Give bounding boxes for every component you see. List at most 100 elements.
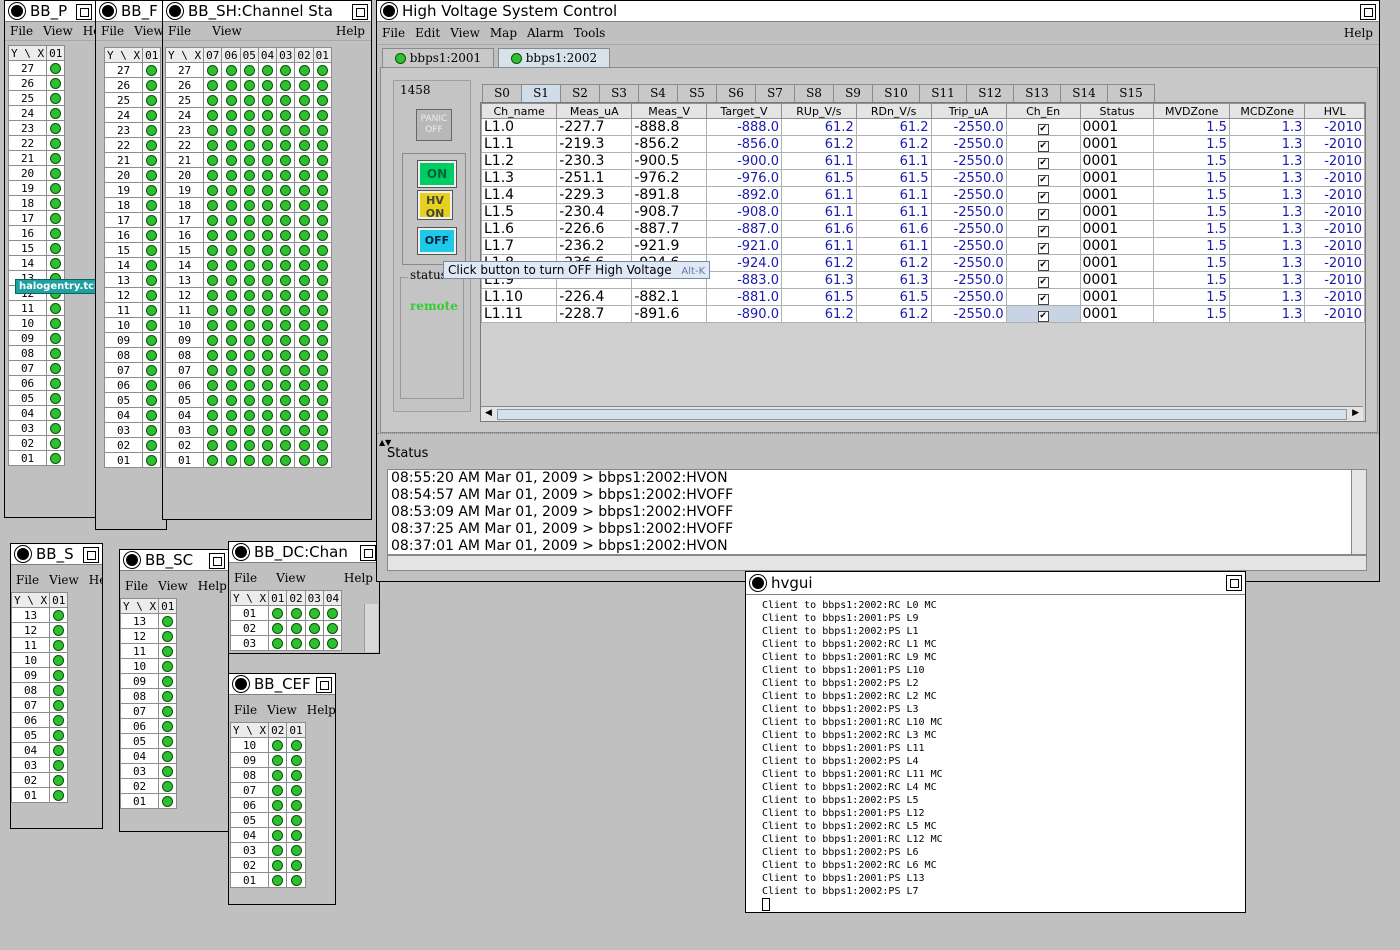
channel-cell[interactable] <box>276 377 296 393</box>
channel-cell[interactable] <box>312 152 332 168</box>
channel-cell[interactable] <box>203 227 223 243</box>
channel-cell[interactable] <box>203 437 223 453</box>
channel-row[interactable]: L1.6 -226.6 -887.7 -887.0 61.6 61.6 -2550.0 ✔ 00… <box>481 220 1365 238</box>
channel-cell[interactable] <box>46 195 66 211</box>
channel-cell[interactable] <box>239 407 259 423</box>
channel-cell[interactable] <box>203 347 223 363</box>
menu-file[interactable]: File <box>234 571 257 585</box>
channel-cell[interactable] <box>276 227 296 243</box>
channel-cell[interactable] <box>158 748 178 764</box>
channel-cell[interactable] <box>142 332 162 348</box>
channel-cell[interactable] <box>276 317 296 333</box>
column-header[interactable]: Meas_uA <box>556 103 633 119</box>
channel-cell[interactable] <box>158 703 178 719</box>
channel-cell[interactable] <box>46 360 66 376</box>
channel-cell[interactable] <box>276 347 296 363</box>
channel-cell[interactable] <box>46 375 66 391</box>
channel-cell[interactable] <box>276 92 296 108</box>
channel-cell[interactable] <box>268 797 288 813</box>
window-menu-icon[interactable] <box>166 2 184 20</box>
channel-cell[interactable] <box>203 302 223 318</box>
slot-tab-s12[interactable]: S12 <box>966 84 1014 102</box>
channel-cell[interactable] <box>322 605 343 621</box>
channel-cell[interactable] <box>46 330 66 346</box>
menu-view[interactable]: View <box>267 703 297 717</box>
channel-cell[interactable] <box>294 332 314 348</box>
channel-cell[interactable] <box>221 197 241 213</box>
channel-cell[interactable] <box>257 197 278 213</box>
bb-sh-titlebar[interactable]: BB_SH:Channel Sta <box>163 1 371 22</box>
channel-cell[interactable] <box>221 317 241 333</box>
menu-file[interactable]: File <box>101 24 124 38</box>
menu-file[interactable]: File <box>16 573 39 587</box>
channel-cell[interactable] <box>158 673 178 689</box>
channel-row[interactable]: L1.3 -251.1 -976.2 -976.0 61.5 61.5 -2550.0 ✔ 00… <box>481 169 1365 187</box>
maximize-icon[interactable] <box>76 4 92 20</box>
window-menu-icon[interactable] <box>14 545 32 563</box>
channel-enable-cell[interactable]: ✔ <box>1005 220 1081 238</box>
menu-help[interactable]: Help <box>83 24 95 38</box>
channel-cell[interactable] <box>268 857 288 873</box>
channel-row[interactable]: L1.4 -229.3 -891.8 -892.0 61.1 61.1 -2550.0 ✔ 00… <box>481 186 1365 204</box>
channel-enable-cell[interactable]: ✔ <box>1005 288 1081 306</box>
channel-enable-checkbox[interactable]: ✔ <box>1037 174 1049 186</box>
bb-s-titlebar[interactable]: BB_S <box>11 544 102 565</box>
channel-cell[interactable] <box>239 197 259 213</box>
channel-cell[interactable] <box>257 422 278 438</box>
menu-file[interactable]: File <box>234 703 257 717</box>
channel-cell[interactable] <box>142 422 162 438</box>
tab-bbps1-2002[interactable]: bbps1:2002 <box>498 48 610 67</box>
channel-cell[interactable] <box>257 347 278 363</box>
maximize-icon[interactable] <box>1360 4 1376 20</box>
maximize-icon[interactable] <box>209 553 225 569</box>
channel-cell[interactable] <box>294 137 314 153</box>
channel-cell[interactable] <box>257 122 278 138</box>
channel-cell[interactable] <box>268 782 288 798</box>
split-divider[interactable]: ▲▼ <box>377 433 1379 447</box>
channel-cell[interactable] <box>239 182 259 198</box>
channel-cell[interactable] <box>46 60 66 76</box>
channel-cell[interactable] <box>276 122 296 138</box>
channel-enable-checkbox[interactable]: ✔ <box>1037 140 1049 152</box>
channel-cell[interactable] <box>239 152 259 168</box>
channel-cell[interactable] <box>221 452 241 468</box>
channel-cell[interactable] <box>142 227 162 243</box>
channel-cell[interactable] <box>46 210 66 226</box>
log-horizontal-scrollbar[interactable] <box>387 555 1367 571</box>
channel-cell[interactable] <box>239 227 259 243</box>
menu-view[interactable]: View <box>158 579 188 593</box>
menu-help[interactable]: Help <box>336 24 365 38</box>
channel-cell[interactable] <box>276 107 296 123</box>
channel-cell[interactable] <box>294 272 314 288</box>
channel-cell[interactable] <box>257 107 278 123</box>
channel-cell[interactable] <box>276 407 296 423</box>
channel-cell[interactable] <box>268 620 288 636</box>
channel-enable-checkbox[interactable]: ✔ <box>1037 293 1049 305</box>
channel-cell[interactable] <box>203 167 223 183</box>
slot-tab-s3[interactable]: S3 <box>599 84 639 102</box>
channel-cell[interactable] <box>239 302 259 318</box>
channel-cell[interactable] <box>142 62 162 78</box>
channel-cell[interactable] <box>312 392 332 408</box>
channel-row[interactable]: L1.10 -226.4 -882.1 -881.0 61.5 61.5 -2550.0 ✔ 0… <box>481 288 1365 306</box>
channel-cell[interactable] <box>142 197 162 213</box>
channel-cell[interactable] <box>221 422 241 438</box>
channel-cell[interactable] <box>142 77 162 93</box>
channel-cell[interactable] <box>239 62 259 78</box>
column-header[interactable]: Status <box>1079 103 1155 119</box>
channel-cell[interactable] <box>312 452 332 468</box>
channel-row[interactable]: L1.0 -227.7 -888.8 -888.0 61.2 61.2 -2550.0 ✔ 00… <box>481 118 1365 136</box>
column-header[interactable]: Meas_V <box>631 103 708 119</box>
channel-cell[interactable] <box>239 377 259 393</box>
channel-cell[interactable] <box>312 197 332 213</box>
channel-cell[interactable] <box>142 407 162 423</box>
channel-row[interactable]: L1.11 -228.7 -891.6 -890.0 61.2 61.2 -2550.0 ✔ 0… <box>481 305 1365 323</box>
bb-cef-titlebar[interactable]: BB_CEF <box>229 674 335 695</box>
channel-cell[interactable] <box>312 317 332 333</box>
channel-cell[interactable] <box>294 242 314 258</box>
column-header[interactable]: Target_V <box>706 103 782 119</box>
channel-cell[interactable] <box>239 332 259 348</box>
channel-cell[interactable] <box>312 242 332 258</box>
menu-help[interactable]: Help <box>307 703 335 717</box>
column-header[interactable]: HVL <box>1304 103 1365 119</box>
